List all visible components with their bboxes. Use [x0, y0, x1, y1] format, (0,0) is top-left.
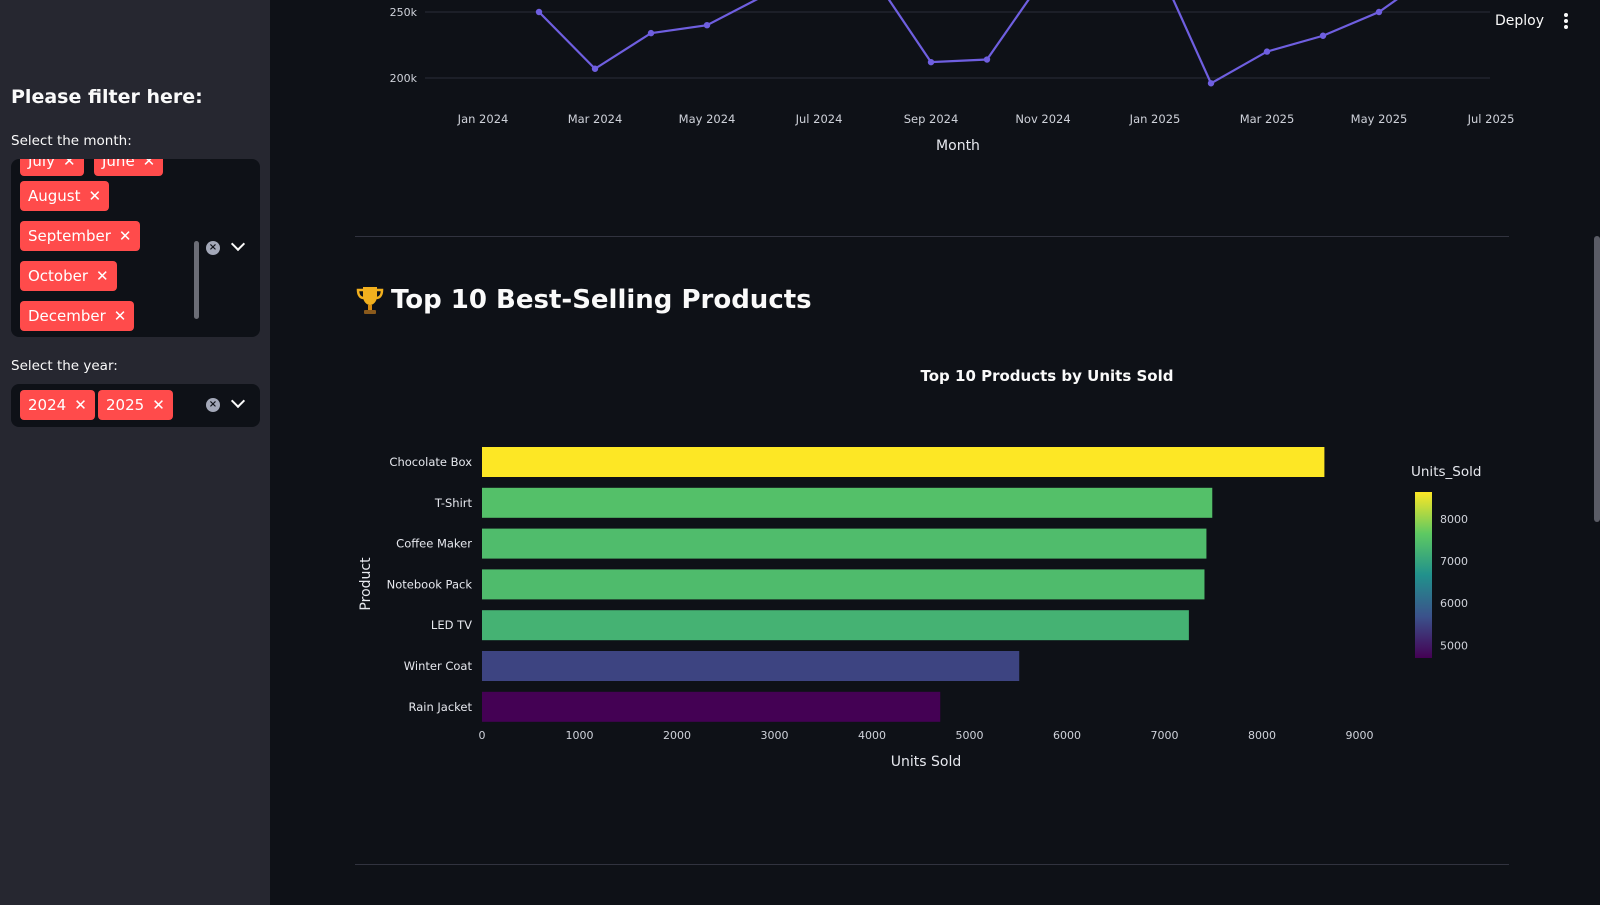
year-multiselect[interactable]: 2024 ✕ 2025 ✕ ×	[11, 384, 260, 427]
colorbar-tick-label: 8000	[1440, 513, 1468, 526]
data-point	[983, 56, 991, 63]
x-tick-label: Jan 2024	[457, 112, 509, 126]
bar	[482, 691, 941, 722]
section-title: Top 10 Best-Selling Products	[355, 284, 812, 316]
x-tick-label: 9000	[1346, 729, 1374, 742]
y-tick-label: Coffee Maker	[396, 537, 472, 551]
clear-icon[interactable]: ×	[206, 241, 220, 255]
chevron-down-icon[interactable]	[230, 236, 246, 252]
data-point	[535, 8, 543, 16]
multiselect-scrollbar[interactable]	[194, 241, 199, 319]
x-tick-label: 0	[479, 729, 486, 742]
chip-month[interactable]: August ✕	[20, 181, 110, 211]
trophy-icon	[356, 287, 384, 314]
data-point	[1207, 80, 1215, 87]
x-tick-label: 7000	[1151, 729, 1179, 742]
data-point	[647, 29, 655, 37]
x-tick-label: Jul 2025	[1467, 112, 1515, 126]
sidebar: Please filter here: Select the month: Ju…	[0, 0, 270, 905]
y-axis-title: Product	[358, 557, 374, 611]
x-tick-label: 2000	[663, 729, 691, 742]
x-tick-label: Mar 2024	[568, 112, 623, 126]
y-tick-label: Winter Coat	[404, 659, 473, 673]
chip-remove-icon[interactable]: ✕	[96, 267, 109, 285]
chip-month[interactable]: December ✕	[20, 301, 135, 331]
month-multiselect[interactable]: July ✕ June ✕ August ✕ September ✕ October ✕ …	[11, 159, 260, 337]
x-tick-label: 4000	[858, 729, 886, 742]
bar	[482, 610, 1189, 641]
chip-remove-icon[interactable]: ✕	[89, 187, 102, 205]
chart-title: Top 10 Products by Units Sold	[921, 367, 1174, 385]
y-tick-label: Rain Jacket	[408, 700, 472, 714]
top-products-bar-chart: Top 10 Products by Units Sold Chocolate B…	[358, 367, 1481, 770]
x-tick-label: 3000	[761, 729, 789, 742]
chip-remove-icon[interactable]: ✕	[74, 396, 87, 414]
x-tick-label: Jan 2025	[1129, 112, 1181, 126]
chip-year[interactable]: 2024 ✕	[20, 390, 95, 420]
month-filter-label: Select the month:	[11, 133, 132, 149]
x-tick-label: 1000	[566, 729, 594, 742]
chip-month[interactable]: July ✕	[20, 159, 84, 176]
chip-remove-icon[interactable]: ✕	[114, 307, 127, 325]
bar	[482, 487, 1213, 518]
bar	[482, 447, 1325, 477]
x-axis-title: Month	[936, 138, 980, 154]
chip-month[interactable]: June ✕	[94, 159, 164, 176]
colorbar-title: Units_Sold	[1411, 464, 1481, 480]
bar	[482, 651, 1020, 681]
x-tick-label: Mar 2025	[1240, 112, 1295, 126]
chevron-down-icon[interactable]	[230, 393, 246, 409]
sidebar-header: Please filter here:	[11, 86, 203, 108]
y-tick-label: 250k	[390, 6, 418, 19]
data-point	[591, 65, 599, 72]
x-tick-label: May 2024	[679, 112, 736, 126]
section-divider	[355, 864, 1509, 865]
data-point	[1263, 48, 1271, 55]
x-tick-label: Sep 2024	[904, 112, 959, 126]
chip-month[interactable]: October ✕	[20, 261, 117, 291]
colorbar	[1415, 492, 1432, 658]
x-tick-label: Nov 2024	[1015, 112, 1070, 126]
section-divider	[355, 236, 1509, 237]
clear-icon[interactable]: ×	[206, 398, 220, 412]
data-point	[1319, 32, 1327, 39]
y-tick-label: Chocolate Box	[389, 455, 472, 469]
more-vertical-icon[interactable]	[1563, 13, 1569, 29]
y-tick-label: LED TV	[431, 618, 472, 632]
page-scrollbar[interactable]	[1594, 236, 1600, 522]
data-point	[703, 22, 711, 29]
y-tick-label: T-Shirt	[434, 496, 473, 510]
data-point	[1375, 8, 1383, 16]
bar	[482, 528, 1207, 559]
chip-month[interactable]: September ✕	[20, 221, 140, 251]
x-axis-title: Units Sold	[891, 754, 961, 770]
y-tick-label: 200k	[390, 72, 418, 85]
chip-remove-icon[interactable]: ✕	[63, 159, 76, 170]
x-tick-label: 5000	[956, 729, 984, 742]
x-tick-label: May 2025	[1351, 112, 1408, 126]
chip-remove-icon[interactable]: ✕	[143, 159, 156, 170]
colorbar-tick-label: 6000	[1440, 597, 1468, 610]
year-filter-label: Select the year:	[11, 358, 118, 374]
bar	[482, 569, 1205, 600]
x-tick-label: Jul 2024	[795, 112, 843, 126]
x-tick-label: 6000	[1053, 729, 1081, 742]
section-title-text: Top 10 Best-Selling Products	[391, 285, 812, 315]
x-tick-label: 8000	[1248, 729, 1276, 742]
chip-remove-icon[interactable]: ✕	[152, 396, 165, 414]
data-point	[927, 58, 935, 66]
chip-remove-icon[interactable]: ✕	[119, 227, 132, 245]
colorbar-tick-label: 5000	[1440, 639, 1468, 652]
monthly-sales-line-chart: 200k 250k Jan 2024 Mar 2024 May 2024 Jul 2024…	[390, 0, 1515, 154]
chip-year[interactable]: 2025 ✕	[98, 390, 173, 420]
y-tick-label: Notebook Pack	[387, 577, 473, 591]
colorbar-tick-label: 7000	[1440, 555, 1468, 568]
